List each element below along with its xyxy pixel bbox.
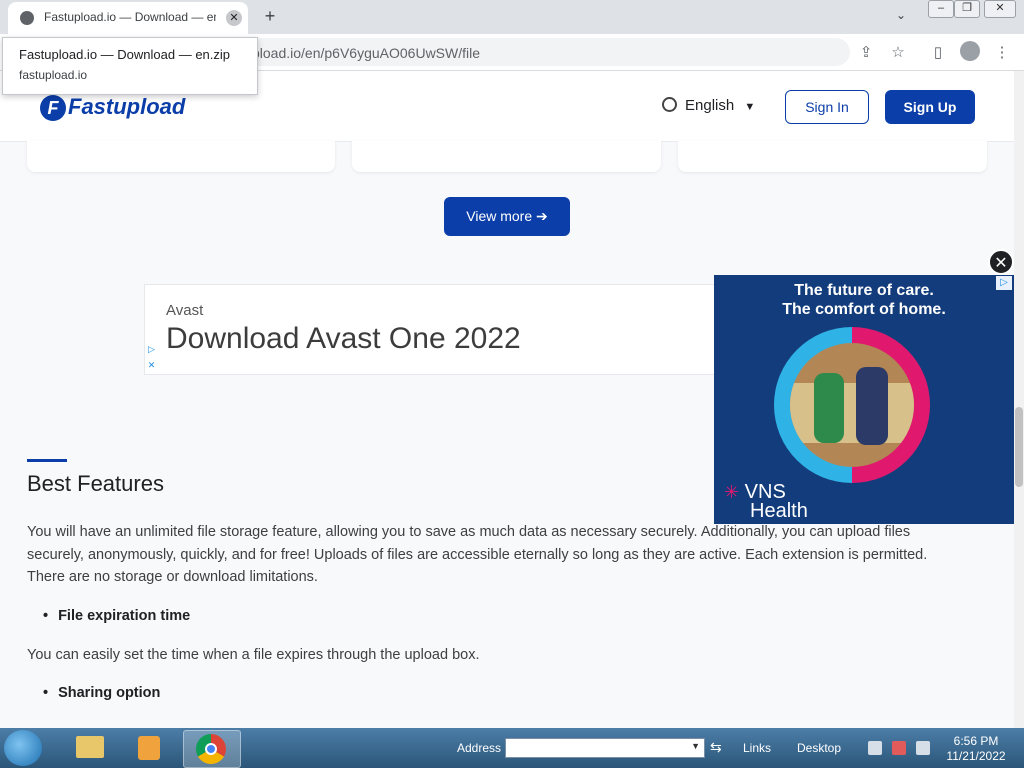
vns-burst-icon: ✳ [724, 482, 740, 502]
globe-icon [20, 11, 34, 25]
start-orb-icon[interactable] [4, 730, 42, 766]
features-intro: You will have an unlimited file storage … [27, 524, 928, 585]
ad-tagline-2: The comfort of home. [782, 301, 946, 318]
site-logo[interactable]: Fastupload [68, 94, 185, 120]
profile-avatar-icon[interactable] [960, 41, 980, 61]
window-close-button[interactable]: ✕ [984, 0, 1016, 18]
ad-tagline-1: The future of care. [794, 282, 934, 299]
system-clock[interactable]: 6:56 PM 11/21/2022 [940, 734, 1012, 764]
sign-in-button[interactable]: Sign In [785, 90, 869, 124]
feature-card [678, 141, 987, 172]
url-text: pload.io/en/p6V6yguAO06UwSW/file [252, 45, 481, 61]
adchoices-icon[interactable]: ▷ [996, 276, 1012, 290]
language-label: English [685, 97, 735, 114]
scroll-thumb[interactable] [1015, 407, 1023, 487]
tooltip-host: fastupload.io [19, 68, 88, 82]
explorer-taskbar-icon[interactable] [62, 730, 118, 766]
section-divider [27, 459, 67, 462]
volume-icon[interactable] [916, 741, 930, 755]
ad-close-icon[interactable]: ✕ [145, 359, 158, 372]
ad-brand: Avast [166, 302, 204, 319]
tooltip-title: Fastupload.io — Download — en.zip [19, 47, 231, 62]
chevron-down-icon: ▼ [744, 101, 756, 113]
vns-health-ad[interactable]: The future of care. The comfort of home.… [714, 275, 1014, 524]
adchoices-icon[interactable]: ▷ [145, 343, 158, 356]
tab-search-chevron-icon[interactable]: ⌄ [896, 8, 906, 22]
fastupload-logo-icon[interactable]: F [40, 95, 66, 121]
page-scrollbar[interactable] [1014, 71, 1024, 728]
view-more-button[interactable]: View more ➔ [444, 197, 570, 236]
feature-bullet: File expiration time [43, 608, 190, 624]
new-tab-button[interactable]: + [260, 6, 280, 26]
vns-health-logo: ✳ VNS Health [724, 482, 808, 522]
clock-date: 11/21/2022 [946, 749, 1006, 763]
menu-kebab-icon[interactable]: ⋮ [992, 43, 1012, 61]
go-arrows-icon[interactable]: ⇆ [710, 739, 722, 756]
taskbar-address-input[interactable]: ▼ [505, 738, 705, 758]
taskbar-links-label[interactable]: Links [743, 741, 771, 755]
media-player-taskbar-icon[interactable] [122, 730, 178, 766]
side-panel-icon[interactable]: ▯ [928, 43, 948, 61]
restore-button[interactable]: ❐ [954, 0, 980, 18]
taskbar-address-label: Address [457, 741, 502, 755]
feature-description: You can easily set the time when a file … [27, 647, 480, 663]
windows-taskbar: Address ▼ ⇆ Links Desktop 6:56 PM 11/21/… [0, 728, 1024, 768]
language-selector[interactable]: English ▼ [662, 97, 755, 114]
share-icon[interactable]: ⇪ [856, 43, 876, 61]
feature-bullet: Sharing option [43, 685, 160, 701]
feature-card [352, 141, 661, 172]
action-center-icon[interactable] [892, 741, 906, 755]
avast-ad-banner[interactable]: Avast Download Avast One 2022 ▷ ✕ [144, 284, 716, 375]
chrome-taskbar-icon[interactable] [183, 730, 241, 768]
close-tab-icon[interactable]: ✕ [226, 10, 242, 26]
tab-title: Fastupload.io — Download — en.zip [44, 10, 216, 24]
tab-hover-tooltip: Fastupload.io — Download — en.zip fastup… [2, 37, 258, 95]
tab-strip: Fastupload.io — Download — en.zip ✕ + ⌄ … [0, 0, 1024, 34]
ad-photo [790, 343, 914, 467]
ad-headline: Download Avast One 2022 [166, 322, 521, 355]
ad-close-button[interactable]: ✕ [988, 249, 1014, 275]
taskbar-desktop-label[interactable]: Desktop [797, 741, 841, 755]
sign-up-button[interactable]: Sign Up [885, 90, 975, 124]
logo-line-2: Health [750, 500, 808, 522]
globe-icon [662, 97, 677, 112]
chevron-down-icon[interactable]: ▼ [691, 741, 700, 751]
minimize-button[interactable]: – [928, 0, 954, 18]
network-icon[interactable] [868, 741, 882, 755]
browser-tab[interactable]: Fastupload.io — Download — en.zip ✕ [8, 2, 248, 34]
section-title: Best Features [27, 471, 164, 496]
bookmark-star-icon[interactable]: ☆ [888, 43, 908, 61]
feature-card [27, 141, 335, 172]
clock-time: 6:56 PM [953, 734, 999, 748]
